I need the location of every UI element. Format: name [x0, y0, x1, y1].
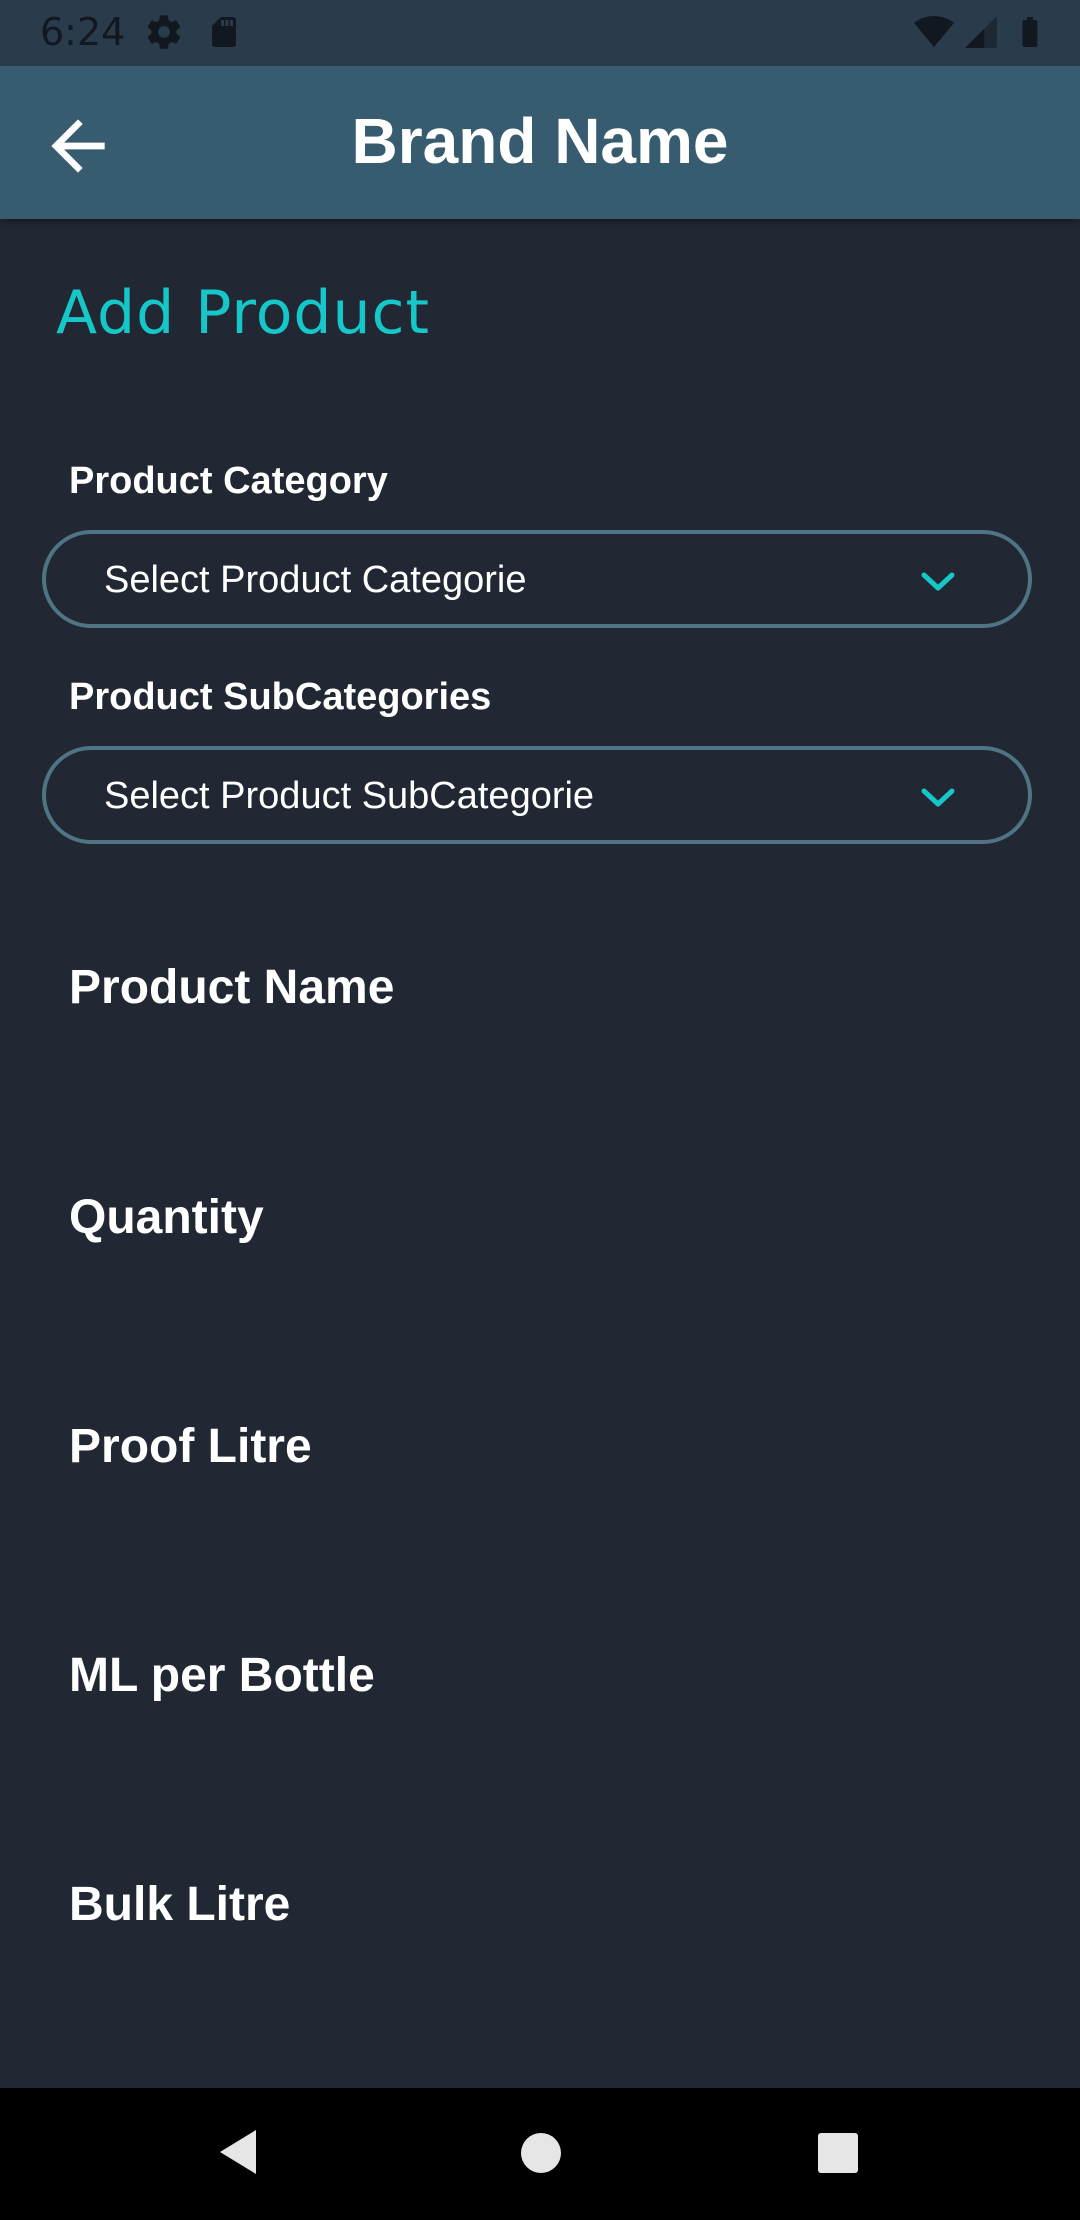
status-bar: 6:24: [0, 0, 1080, 66]
system-nav-bar: [0, 2088, 1080, 2220]
ml-per-bottle-input[interactable]: [69, 1708, 1019, 1818]
bulk-litre-input[interactable]: [69, 1937, 1019, 2037]
product-name-input[interactable]: [69, 1020, 1019, 1130]
sd-card-icon: [206, 12, 242, 57]
product-subcategory-value: Select Product SubCategorie: [104, 775, 595, 817]
battery-icon: [1012, 12, 1048, 57]
bulk-litre-label: Bulk Litre: [69, 1878, 291, 1931]
proof-litre-input[interactable]: [69, 1479, 1019, 1589]
chevron-down-icon: [920, 786, 956, 810]
product-subcategory-dropdown[interactable]: Select Product SubCategorie: [42, 746, 1032, 844]
app-bar: Brand Name: [0, 66, 1080, 219]
product-category-dropdown[interactable]: Select Product Categorie: [42, 530, 1032, 628]
proof-litre-label: Proof Litre: [69, 1420, 312, 1473]
app-title: Brand Name: [351, 105, 729, 177]
wifi-icon: [914, 12, 954, 57]
product-name-label: Product Name: [69, 961, 395, 1014]
chevron-down-icon: [920, 570, 956, 594]
home-circle-icon[interactable]: [520, 2132, 562, 2179]
back-triangle-icon[interactable]: [216, 2128, 260, 2181]
page-title: Add Product: [56, 278, 431, 348]
cell-signal-icon: [962, 12, 1000, 57]
product-subcategories-label: Product SubCategories: [69, 676, 492, 718]
product-category-value: Select Product Categorie: [104, 559, 527, 601]
ml-per-bottle-label: ML per Bottle: [69, 1649, 375, 1702]
status-time: 6:24: [40, 10, 126, 54]
quantity-label: Quantity: [69, 1191, 264, 1244]
quantity-input[interactable]: [69, 1250, 1019, 1360]
recents-square-icon[interactable]: [817, 2132, 859, 2179]
product-category-label: Product Category: [69, 460, 388, 502]
settings-icon: [144, 12, 184, 57]
